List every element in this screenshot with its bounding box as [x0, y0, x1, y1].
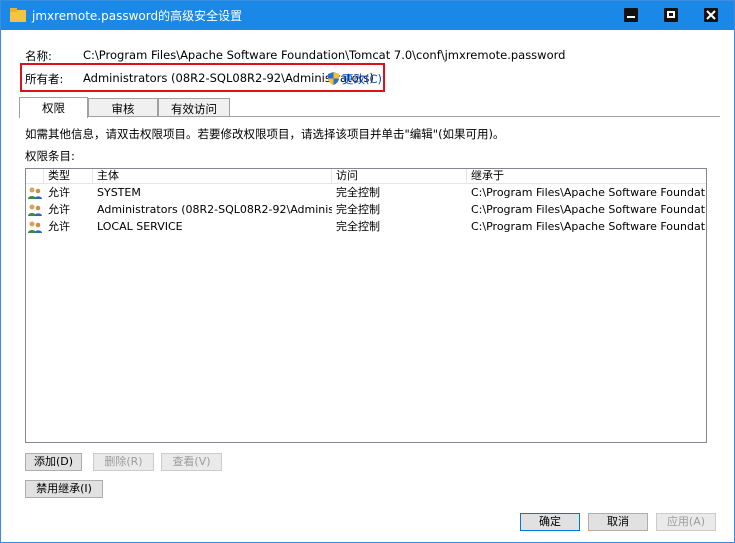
- name-value: C:\Program Files\Apache Software Foundat…: [83, 48, 566, 62]
- minimize-button[interactable]: [616, 1, 646, 28]
- owner-label: 所有者:: [25, 72, 64, 86]
- security-settings-window: jmxremote.password的高级安全设置 名称: C:\Program…: [0, 0, 735, 543]
- permission-entries-list[interactable]: 类型 主体 访问 继承于 允许 SYSTEM 完全控制 C:\Program F…: [25, 168, 707, 443]
- info-text: 如需其他信息，请双击权限项目。若要修改权限项目，请选择该项目并单击"编辑"(如果…: [25, 127, 505, 141]
- title-bar[interactable]: jmxremote.password的高级安全设置: [1, 1, 734, 30]
- entry-access: 完全控制: [336, 186, 380, 199]
- column-principal[interactable]: 主体: [93, 169, 332, 184]
- entry-principal: Administrators (08R2-SQL08R2-92\Administ…: [97, 203, 332, 216]
- users-icon: [28, 221, 42, 233]
- permission-entries-label: 权限条目:: [25, 149, 75, 163]
- column-icon: [26, 169, 44, 184]
- entry-type: 允许: [48, 220, 70, 233]
- maximize-button[interactable]: [656, 1, 686, 28]
- entry-principal: LOCAL SERVICE: [97, 220, 183, 233]
- folder-icon: [10, 8, 26, 22]
- users-icon: [28, 187, 42, 199]
- tab-auditing[interactable]: 审核: [88, 98, 158, 117]
- apply-button[interactable]: 应用(A): [656, 513, 716, 531]
- view-button[interactable]: 查看(V): [161, 453, 222, 471]
- entry-type: 允许: [48, 203, 70, 216]
- list-row[interactable]: 允许 Administrators (08R2-SQL08R2-92\Admin…: [26, 202, 706, 219]
- entry-type: 允许: [48, 186, 70, 199]
- tab-strip: 权限 审核 有效访问: [19, 97, 230, 118]
- column-access[interactable]: 访问: [332, 169, 467, 184]
- entry-access: 完全控制: [336, 220, 380, 233]
- add-button[interactable]: 添加(D): [25, 453, 82, 471]
- list-row[interactable]: 允许 SYSTEM 完全控制 C:\Program Files\Apache S…: [26, 185, 706, 202]
- ok-button[interactable]: 确定: [520, 513, 580, 531]
- change-owner-label: 更改(C): [342, 72, 383, 86]
- tab-label: 审核: [111, 102, 135, 116]
- entry-principal: SYSTEM: [97, 186, 141, 199]
- change-owner-link[interactable]: 更改(C): [327, 71, 382, 87]
- tab-label: 有效访问: [171, 102, 217, 116]
- entry-inherited-from: C:\Program Files\Apache Software Foundat…: [471, 203, 706, 216]
- tab-effective-access[interactable]: 有效访问: [158, 98, 230, 117]
- close-button[interactable]: [691, 1, 731, 28]
- tab-label: 权限: [42, 101, 65, 115]
- remove-button[interactable]: 删除(R): [93, 453, 154, 471]
- column-type[interactable]: 类型: [44, 169, 93, 184]
- maximize-icon: [664, 7, 678, 22]
- uac-shield-icon: [328, 72, 339, 85]
- list-header: 类型 主体 访问 继承于: [26, 169, 706, 184]
- tab-permissions[interactable]: 权限: [19, 97, 88, 118]
- window-title: jmxremote.password的高级安全设置: [32, 9, 243, 23]
- close-icon: [704, 7, 718, 22]
- name-label: 名称:: [25, 49, 52, 63]
- disable-inheritance-button[interactable]: 禁用继承(I): [25, 480, 103, 498]
- list-row[interactable]: 允许 LOCAL SERVICE 完全控制 C:\Program Files\A…: [26, 219, 706, 236]
- entry-inherited-from: C:\Program Files\Apache Software Foundat…: [471, 220, 706, 233]
- entry-inherited-from: C:\Program Files\Apache Software Foundat…: [471, 186, 706, 199]
- owner-row: 所有者: Administrators (08R2-SQL08R2-92\Adm…: [25, 71, 382, 87]
- name-row: 名称: C:\Program Files\Apache Software Fou…: [25, 48, 565, 64]
- users-icon: [28, 204, 42, 216]
- minimize-icon: [624, 7, 638, 22]
- entry-access: 完全控制: [336, 203, 380, 216]
- column-inherited-from[interactable]: 继承于: [467, 169, 706, 184]
- cancel-button[interactable]: 取消: [588, 513, 648, 531]
